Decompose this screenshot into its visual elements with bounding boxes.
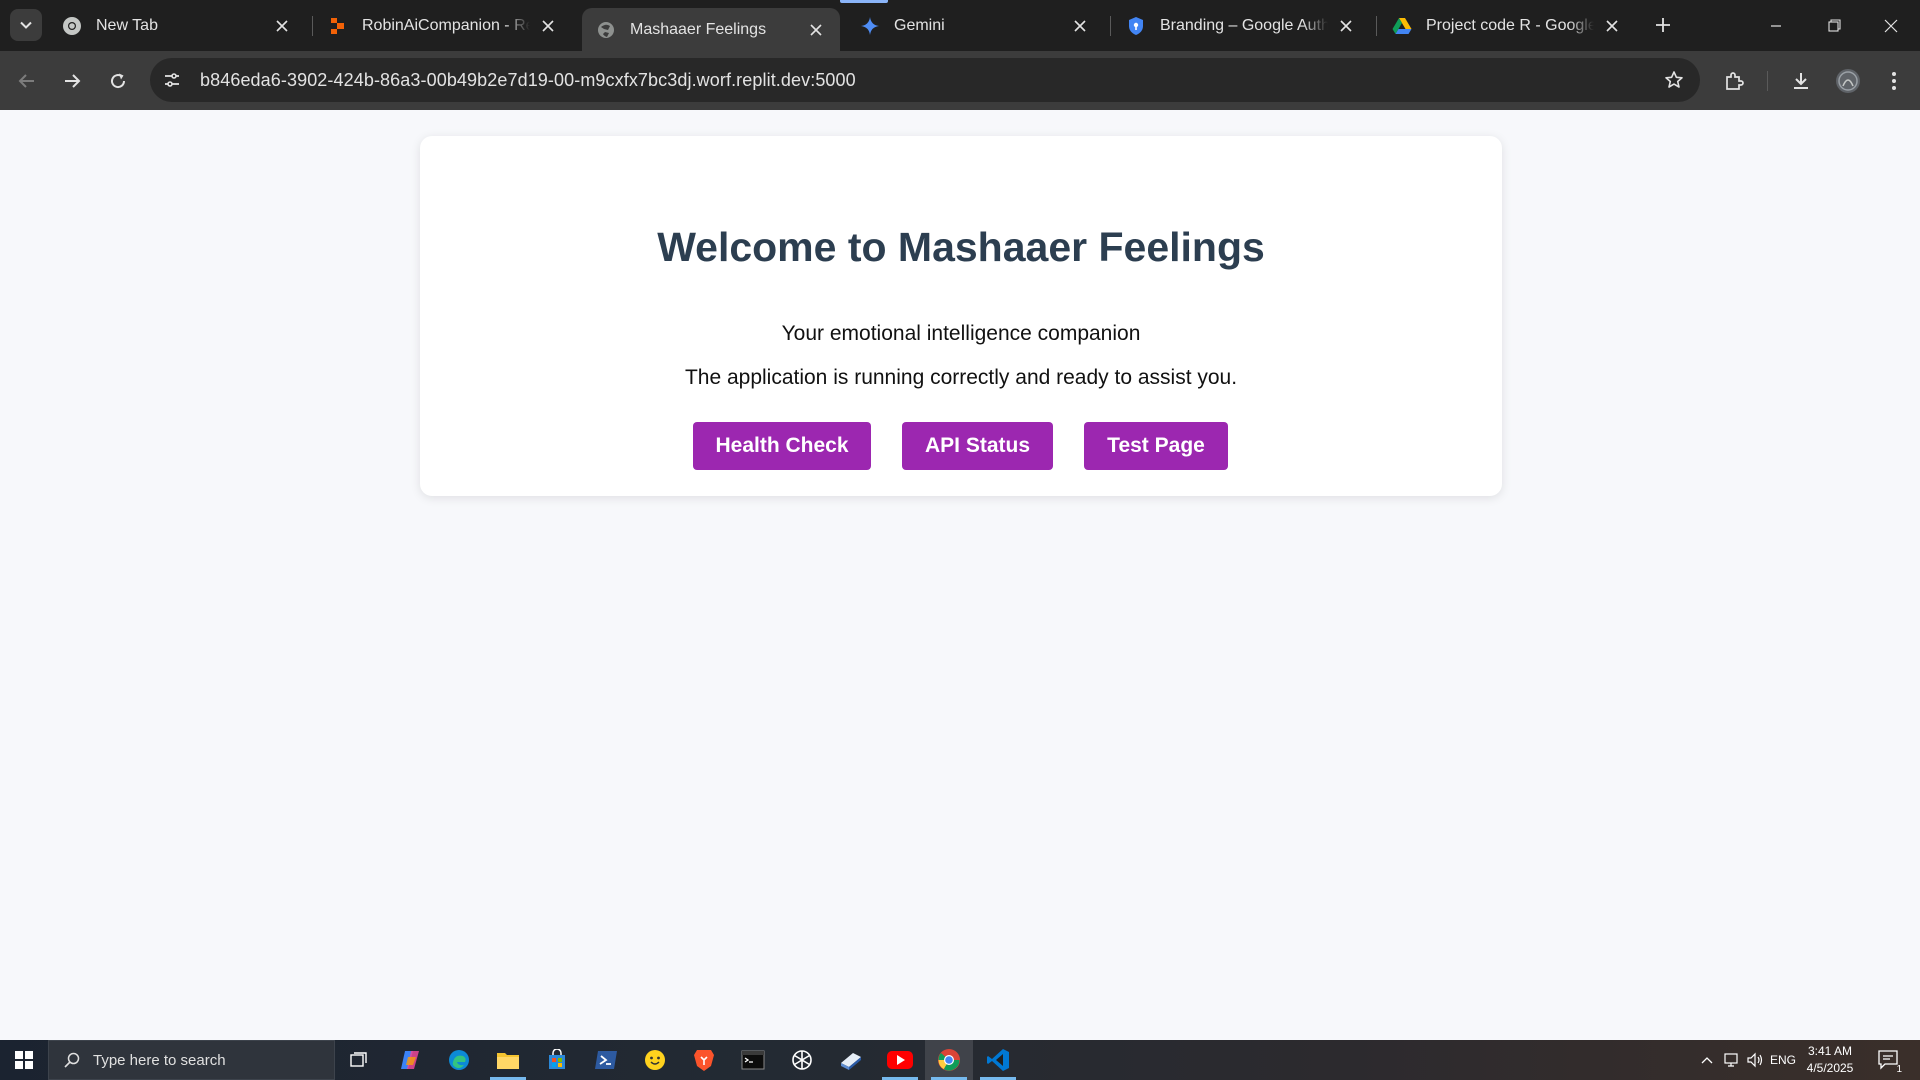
tab-title: Branding – Google Auth Platform (1160, 16, 1328, 34)
tab-divider (1110, 16, 1111, 36)
new-tab-button[interactable] (1649, 11, 1677, 39)
download-icon (1794, 73, 1808, 89)
avatar-icon (1836, 69, 1860, 93)
close-icon[interactable] (806, 20, 826, 40)
notification-center-button[interactable]: 1 (1868, 1040, 1908, 1080)
vscode-icon[interactable] (974, 1040, 1022, 1080)
cursor-icon[interactable] (827, 1040, 875, 1080)
clock-date: 4/5/2025 (1806, 1061, 1854, 1075)
arrow-left-icon (18, 74, 34, 88)
taskbar-search[interactable]: Type here to search (48, 1040, 335, 1080)
arrow-right-icon (65, 74, 81, 88)
tab-branding[interactable]: Branding – Google Auth Platform (1112, 6, 1370, 45)
tab-divider (1376, 16, 1377, 36)
welcome-card: Welcome to Mashaaer Feelings Your emotio… (420, 136, 1502, 496)
plus-icon (1656, 18, 1670, 32)
url-text: b846eda6-3902-424b-86a3-00b49b2e7d19-00-… (200, 69, 856, 90)
api-status-button[interactable]: API Status (902, 422, 1053, 470)
tab-google-drive[interactable]: Project code R - Google Drive (1378, 6, 1636, 45)
show-hidden-icons-chevron-up-icon[interactable] (1697, 1040, 1717, 1080)
globe-icon (596, 20, 616, 40)
terminal-icon[interactable] (729, 1040, 777, 1080)
tab-mashaaer-feelings[interactable]: Mashaaer Feelings (582, 8, 840, 51)
close-icon[interactable] (1336, 16, 1356, 36)
language-indicator[interactable]: ENG (1768, 1040, 1798, 1080)
reload-button[interactable] (100, 63, 136, 99)
hugging-face-icon[interactable] (631, 1040, 679, 1080)
windows-taskbar: Type here to search ENG 3:41 AM 4/5/2025… (0, 1040, 1920, 1080)
puzzle-icon (1726, 72, 1744, 90)
youtube-icon[interactable] (876, 1040, 924, 1080)
tab-title: Mashaaer Feelings (630, 20, 767, 38)
chrome-icon (62, 16, 82, 36)
browser-toolbar: b846eda6-3902-424b-86a3-00b49b2e7d19-00-… (0, 51, 1920, 110)
minimize-button[interactable] (1747, 0, 1805, 51)
tab-strip: New Tab RobinAiCompanion - Replit Mashaa… (0, 0, 1920, 51)
search-icon (63, 1051, 81, 1069)
close-window-button[interactable] (1862, 0, 1920, 51)
google-drive-icon (1392, 16, 1412, 36)
task-view-icon[interactable] (335, 1040, 383, 1080)
start-button[interactable] (0, 1040, 48, 1080)
close-icon[interactable] (1070, 16, 1090, 36)
restore-button[interactable] (1805, 0, 1863, 51)
downloads-button[interactable] (1783, 63, 1819, 99)
toolbar-divider (1767, 71, 1768, 91)
close-icon (1884, 19, 1898, 32)
close-icon[interactable] (272, 16, 292, 36)
shield-icon (1126, 16, 1146, 36)
back-button[interactable] (9, 63, 45, 99)
tab-audio-indicator (840, 0, 888, 3)
tab-search-button[interactable] (10, 9, 42, 41)
tab-title: Gemini (894, 16, 945, 34)
page-title: Welcome to Mashaaer Feelings (657, 224, 1265, 270)
copilot-icon[interactable] (386, 1040, 434, 1080)
file-explorer-icon[interactable] (484, 1040, 532, 1080)
microsoft-store-icon[interactable] (533, 1040, 581, 1080)
tagline: Your emotional intelligence companion (781, 322, 1141, 345)
clock-time: 3:41 AM (1807, 1044, 1853, 1058)
profile-button[interactable] (1830, 63, 1866, 99)
brave-icon[interactable] (680, 1040, 728, 1080)
health-check-button[interactable]: Health Check (693, 422, 871, 470)
chrome-icon[interactable] (925, 1040, 973, 1080)
tab-title: RobinAiCompanion - Replit (362, 16, 530, 34)
system-clock[interactable]: 3:41 AM 4/5/2025 (1800, 1043, 1860, 1077)
tab-title: New Tab (96, 16, 158, 34)
search-placeholder: Type here to search (93, 1051, 226, 1069)
restore-icon (1827, 19, 1841, 32)
replit-icon (328, 16, 348, 36)
tab-divider (312, 16, 313, 36)
minimize-icon (1771, 24, 1781, 27)
notification-count: 1 (1896, 1064, 1902, 1075)
tab-title: Project code R - Google Drive (1426, 16, 1594, 34)
windows-logo-icon (15, 1051, 33, 1069)
chevron-down-icon (20, 21, 32, 29)
extensions-button[interactable] (1716, 63, 1752, 99)
page-viewport: Welcome to Mashaaer Feelings Your emotio… (0, 110, 1920, 1040)
close-icon[interactable] (1602, 16, 1622, 36)
address-bar[interactable]: b846eda6-3902-424b-86a3-00b49b2e7d19-00-… (150, 58, 1700, 102)
network-icon[interactable] (1720, 1040, 1742, 1080)
edge-icon[interactable] (435, 1040, 483, 1080)
reload-icon (111, 73, 126, 89)
site-info-icon[interactable] (156, 64, 188, 96)
volume-icon[interactable] (1744, 1040, 1766, 1080)
close-icon[interactable] (538, 16, 558, 36)
tab-gemini[interactable]: Gemini (846, 6, 1104, 45)
tab-new-tab[interactable]: New Tab (48, 6, 306, 45)
browser-menu-button[interactable] (1876, 63, 1912, 99)
gemini-icon (860, 16, 880, 36)
chatgpt-icon[interactable] (778, 1040, 826, 1080)
more-vertical-icon (1892, 72, 1896, 90)
status-message: The application is running correctly and… (684, 366, 1238, 389)
bookmark-star-icon[interactable] (1662, 68, 1686, 92)
forward-button[interactable] (54, 63, 90, 99)
powershell-icon[interactable] (582, 1040, 630, 1080)
tab-replit[interactable]: RobinAiCompanion - Replit (314, 6, 572, 45)
test-page-button[interactable]: Test Page (1084, 422, 1228, 470)
